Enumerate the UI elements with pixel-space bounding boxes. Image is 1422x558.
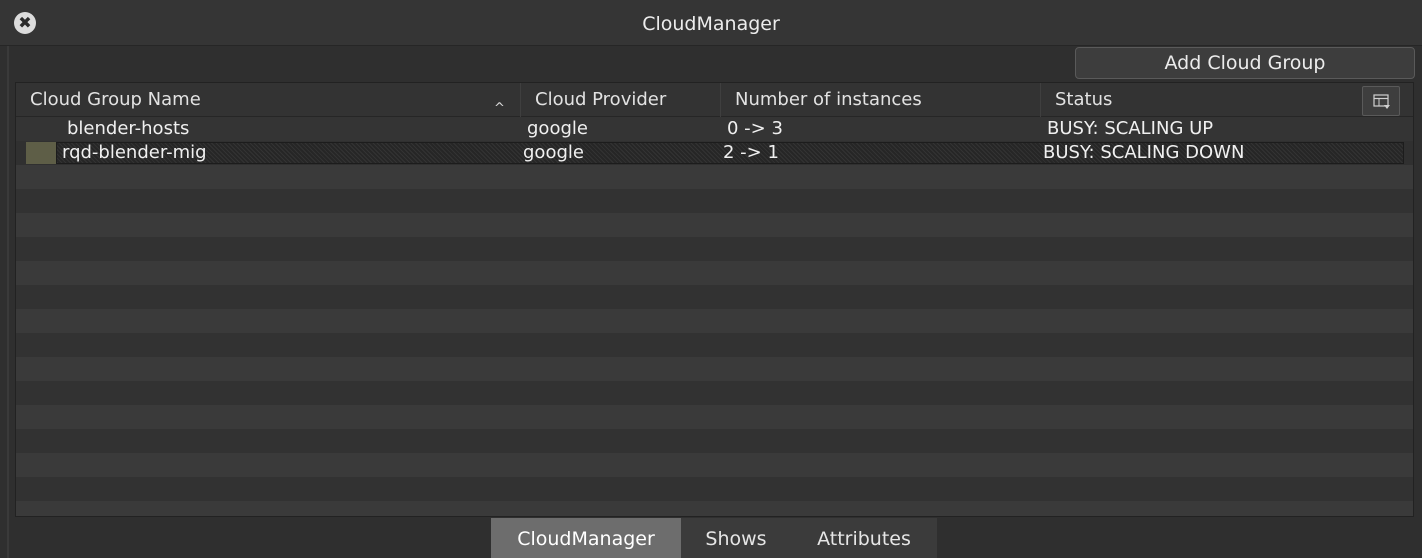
column-header-label: Cloud Group Name	[30, 89, 201, 110]
cloud-group-table: Cloud Group Name ^ Cloud Provider Number…	[15, 82, 1414, 517]
tab-cloudmanager[interactable]: CloudManager	[491, 518, 681, 558]
cell-group-name: rqd-blender-mig	[62, 142, 207, 163]
cell-instances: 0 -> 3	[727, 118, 783, 139]
column-header-number-of-instances[interactable]: Number of instances	[721, 83, 1041, 117]
cell-instances: 2 -> 1	[723, 142, 779, 163]
empty-row	[16, 237, 1413, 261]
empty-row	[16, 333, 1413, 357]
empty-row	[16, 285, 1413, 309]
selection-marker	[26, 142, 56, 164]
cell-group-name: blender-hosts	[67, 118, 190, 139]
table-body: blender-hosts google 0 -> 3 BUSY: SCALIN…	[16, 117, 1413, 516]
empty-row	[16, 357, 1413, 381]
empty-row	[16, 501, 1413, 516]
cell-status: BUSY: SCALING DOWN	[1043, 142, 1245, 163]
table-row[interactable]: blender-hosts google 0 -> 3 BUSY: SCALIN…	[16, 117, 1413, 141]
close-icon[interactable]: ✖	[14, 12, 36, 34]
cloudmanager-window: CloudManager ✖ Add Cloud Group Cloud Gro…	[0, 0, 1422, 558]
empty-row	[16, 381, 1413, 405]
add-cloud-group-button[interactable]: Add Cloud Group	[1075, 47, 1415, 79]
window-title: CloudManager	[642, 13, 780, 35]
empty-row	[16, 405, 1413, 429]
empty-row	[16, 453, 1413, 477]
tab-attributes[interactable]: Attributes	[791, 518, 937, 558]
title-bar: CloudManager ✖	[0, 0, 1422, 46]
column-header-status[interactable]: Status	[1041, 83, 1351, 117]
column-header-cloud-group-name[interactable]: Cloud Group Name ^	[16, 83, 521, 117]
cell-status: BUSY: SCALING UP	[1047, 118, 1214, 139]
cell-provider: google	[523, 142, 584, 163]
table-row-selected[interactable]: rqd-blender-mig google 2 -> 1 BUSY: SCAL…	[16, 141, 1413, 165]
empty-row	[16, 429, 1413, 453]
table-header: Cloud Group Name ^ Cloud Provider Number…	[16, 83, 1413, 117]
column-header-cloud-provider[interactable]: Cloud Provider	[521, 83, 721, 117]
empty-row	[16, 477, 1413, 501]
empty-row	[16, 261, 1413, 285]
column-chooser-icon	[1373, 94, 1390, 109]
tab-shows[interactable]: Shows	[681, 518, 791, 558]
empty-row	[16, 213, 1413, 237]
empty-row	[16, 189, 1413, 213]
empty-row	[16, 309, 1413, 333]
empty-row	[16, 165, 1413, 189]
left-edge-divider	[7, 46, 9, 558]
column-chooser-button[interactable]	[1362, 86, 1400, 116]
cell-provider: google	[527, 118, 588, 139]
